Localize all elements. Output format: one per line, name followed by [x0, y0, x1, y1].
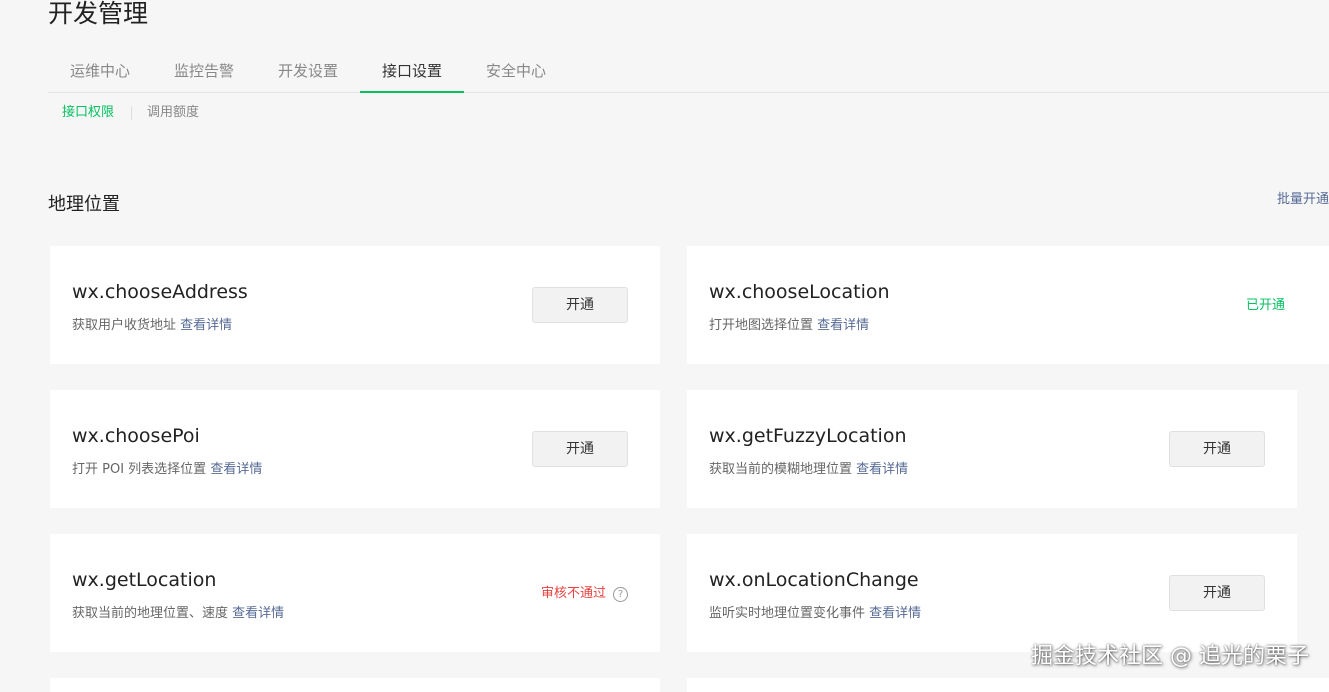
api-card: wx.getLocation 获取当前的地理位置、速度 查看详情 审核不通过 ? [50, 534, 660, 652]
api-card: wx.getFuzzyLocation 获取当前的模糊地理位置 查看详情 开通 [687, 390, 1297, 508]
open-button[interactable]: 开通 [532, 287, 628, 323]
open-button[interactable]: 开通 [1169, 575, 1265, 611]
api-name: wx.chooseAddress [72, 281, 248, 303]
api-description: 获取当前的模糊地理位置 查看详情 [709, 460, 908, 480]
view-details-link[interactable]: 查看详情 [856, 462, 908, 477]
api-card: wx.onLocationChange 监听实时地理位置变化事件 查看详情 开通 [687, 534, 1297, 652]
api-description: 获取用户收货地址 查看详情 [72, 316, 232, 336]
open-button[interactable]: 开通 [1169, 431, 1265, 467]
api-name: wx.getFuzzyLocation [709, 425, 907, 447]
tab-security-center[interactable]: 安全中心 [464, 52, 568, 93]
api-card: wx.chooseAddress 获取用户收货地址 查看详情 开通 [50, 246, 660, 364]
api-card: wx.choosePoi 打开 POI 列表选择位置 查看详情 开通 [50, 390, 660, 508]
tab-dev-settings[interactable]: 开发设置 [256, 52, 360, 93]
view-details-link[interactable]: 查看详情 [210, 462, 262, 477]
subnav-divider [131, 106, 132, 120]
status-rejected: 审核不通过 ? [541, 584, 628, 604]
tab-api-settings[interactable]: 接口设置 [360, 52, 464, 93]
page-title: 开发管理 [48, 0, 149, 28]
tab-bar: 运维中心 监控告警 开发设置 接口设置 安全中心 [48, 52, 1329, 93]
view-details-link[interactable]: 查看详情 [232, 606, 284, 621]
api-card-partial [687, 678, 1329, 692]
question-help-icon[interactable]: ? [613, 586, 628, 602]
subnav-call-quota[interactable]: 调用额度 [147, 103, 199, 123]
api-description-text: 监听实时地理位置变化事件 [709, 606, 866, 621]
api-description-text: 获取当前的模糊地理位置 [709, 462, 853, 477]
batch-open-link[interactable]: 批量开通 [1277, 190, 1329, 210]
subnav-api-permissions[interactable]: 接口权限 [62, 103, 114, 123]
api-description: 打开 POI 列表选择位置 查看详情 [72, 460, 262, 480]
view-details-link[interactable]: 查看详情 [869, 606, 921, 621]
api-card: wx.chooseLocation 打开地图选择位置 查看详情 已开通 [687, 246, 1329, 364]
api-card-partial [50, 678, 660, 692]
api-name: wx.getLocation [72, 569, 217, 591]
api-name: wx.onLocationChange [709, 569, 919, 591]
open-button[interactable]: 开通 [532, 431, 628, 467]
status-rejected-label: 审核不通过 [540, 586, 606, 601]
view-details-link[interactable]: 查看详情 [817, 318, 869, 333]
api-description: 监听实时地理位置变化事件 查看详情 [709, 604, 921, 624]
api-description-text: 获取当前的地理位置、速度 [72, 606, 229, 621]
watermark: 掘金技术社区 @ 追光的栗子 [1031, 644, 1309, 669]
section-title: 地理位置 [48, 194, 120, 215]
tab-ops-center[interactable]: 运维中心 [48, 52, 152, 93]
api-description-text: 打开 POI 列表选择位置 [72, 462, 207, 477]
api-description: 打开地图选择位置 查看详情 [709, 316, 869, 336]
api-description-text: 获取用户收货地址 [72, 318, 177, 333]
api-description-text: 打开地图选择位置 [709, 318, 814, 333]
tab-monitor-alerts[interactable]: 监控告警 [152, 52, 256, 93]
api-name: wx.chooseLocation [709, 281, 890, 303]
api-name: wx.choosePoi [72, 425, 200, 447]
api-description: 获取当前的地理位置、速度 查看详情 [72, 604, 284, 624]
view-details-link[interactable]: 查看详情 [180, 318, 232, 333]
status-opened: 已开通 [1245, 298, 1285, 313]
